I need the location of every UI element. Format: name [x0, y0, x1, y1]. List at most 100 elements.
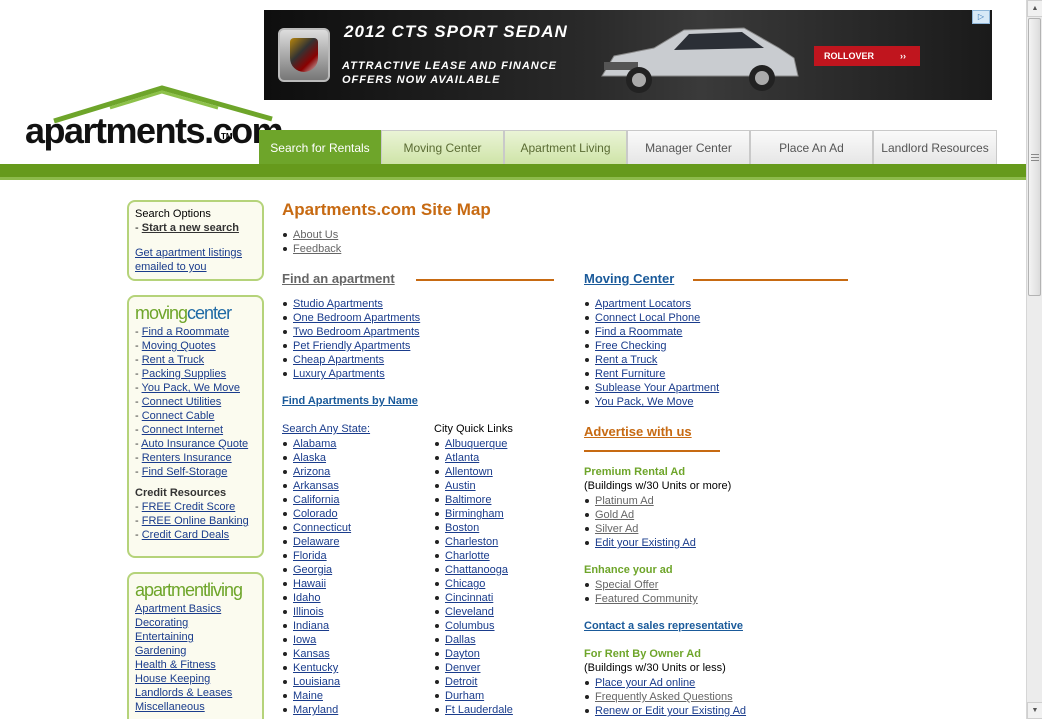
- gold-ad-link[interactable]: Gold Ad: [595, 509, 634, 521]
- detroit-link[interactable]: Detroit: [445, 676, 477, 688]
- cleveland-link[interactable]: Cleveland: [445, 606, 494, 618]
- you-pack-we-move-link[interactable]: You Pack, We Move: [142, 382, 240, 394]
- scroll-down-icon[interactable]: ▼: [1027, 702, 1042, 719]
- hawaii-link[interactable]: Hawaii: [293, 578, 326, 590]
- scroll-up-icon[interactable]: ▲: [1027, 0, 1042, 17]
- gardening-link[interactable]: Gardening: [135, 645, 186, 657]
- arkansas-link[interactable]: Arkansas: [293, 480, 339, 492]
- moving-center-logo[interactable]: movingcenter: [135, 303, 256, 323]
- ad-banner[interactable]: 2012 CTS SPORT SEDAN ATTRACTIVE LEASE AN…: [264, 10, 992, 100]
- ad-choices-icon[interactable]: ▷: [972, 10, 990, 24]
- moving-center-heading[interactable]: Moving Center: [584, 271, 674, 286]
- tab-search-for-rentals[interactable]: Search for Rentals: [259, 130, 381, 164]
- rent-a-truck-link[interactable]: Rent a Truck: [142, 354, 204, 366]
- tab-manager-center[interactable]: Manager Center: [627, 130, 750, 164]
- start-new-search-link[interactable]: Start a new search: [142, 222, 239, 234]
- tab-apartment-living[interactable]: Apartment Living: [504, 130, 627, 164]
- renters-insurance-link[interactable]: Renters Insurance: [142, 452, 232, 464]
- place-your-ad-online-link[interactable]: Place your Ad online: [595, 677, 695, 689]
- free-credit-score-link[interactable]: FREE Credit Score: [142, 501, 236, 513]
- cheap-apartments-link[interactable]: Cheap Apartments: [293, 354, 384, 366]
- luxury-apartments-link[interactable]: Luxury Apartments: [293, 368, 385, 380]
- health-fitness-link[interactable]: Health & Fitness: [135, 659, 216, 671]
- idaho-link[interactable]: Idaho: [293, 592, 321, 604]
- studio-apartments-link[interactable]: Studio Apartments: [293, 298, 383, 310]
- dayton-link[interactable]: Dayton: [445, 648, 480, 660]
- maine-link[interactable]: Maine: [293, 690, 323, 702]
- connect-local-phone-link[interactable]: Connect Local Phone: [595, 312, 700, 324]
- birmingham-link[interactable]: Birmingham: [445, 508, 504, 520]
- allentown-link[interactable]: Allentown: [445, 466, 493, 478]
- miscellaneous-link[interactable]: Miscellaneous: [135, 701, 205, 713]
- dallas-link[interactable]: Dallas: [445, 634, 476, 646]
- alabama-link[interactable]: Alabama: [293, 438, 336, 450]
- free-checking-link[interactable]: Free Checking: [595, 340, 667, 352]
- connect-utilities-link[interactable]: Connect Utilities: [142, 396, 221, 408]
- platinum-ad-link[interactable]: Platinum Ad: [595, 495, 654, 507]
- house-keeping-link[interactable]: House Keeping: [135, 673, 210, 685]
- find-a-roommate-link[interactable]: Find a Roommate: [595, 326, 682, 338]
- tab-landlord-resources[interactable]: Landlord Resources: [873, 130, 997, 164]
- boston-link[interactable]: Boston: [445, 522, 479, 534]
- pet-friendly-apartments-link[interactable]: Pet Friendly Apartments: [293, 340, 410, 352]
- email-listings-line1[interactable]: Get apartment listings: [135, 247, 242, 259]
- you-pack-we-move-link[interactable]: You Pack, We Move: [595, 396, 693, 408]
- chattanooga-link[interactable]: Chattanooga: [445, 564, 508, 576]
- kentucky-link[interactable]: Kentucky: [293, 662, 338, 674]
- illinois-link[interactable]: Illinois: [293, 606, 324, 618]
- florida-link[interactable]: Florida: [293, 550, 327, 562]
- ft-lauderdale-link[interactable]: Ft Lauderdale: [445, 704, 513, 716]
- find-apartment-heading[interactable]: Find an apartment: [282, 271, 395, 286]
- contact-sales-link[interactable]: Contact a sales representative: [584, 620, 743, 632]
- featured-community-link[interactable]: Featured Community: [595, 593, 698, 605]
- denver-link[interactable]: Denver: [445, 662, 480, 674]
- sublease-your-apartment-link[interactable]: Sublease Your Apartment: [595, 382, 719, 394]
- renew-or-edit-your-existing-ad-link[interactable]: Renew or Edit your Existing Ad: [595, 705, 746, 717]
- apartment-living-logo[interactable]: apartmentliving: [135, 580, 256, 600]
- rent-a-truck-link[interactable]: Rent a Truck: [595, 354, 657, 366]
- packing-supplies-link[interactable]: Packing Supplies: [142, 368, 226, 380]
- find-self-storage-link[interactable]: Find Self-Storage: [142, 466, 228, 478]
- atlanta-link[interactable]: Atlanta: [445, 452, 479, 464]
- connecticut-link[interactable]: Connecticut: [293, 522, 351, 534]
- colorado-link[interactable]: Colorado: [293, 508, 338, 520]
- austin-link[interactable]: Austin: [445, 480, 476, 492]
- chicago-link[interactable]: Chicago: [445, 578, 485, 590]
- feedback-link[interactable]: Feedback: [293, 243, 341, 255]
- two-bedroom-apartments-link[interactable]: Two Bedroom Apartments: [293, 326, 420, 338]
- decorating-link[interactable]: Decorating: [135, 617, 188, 629]
- email-listings-line2[interactable]: emailed to you: [135, 261, 207, 273]
- silver-ad-link[interactable]: Silver Ad: [595, 523, 638, 535]
- california-link[interactable]: California: [293, 494, 339, 506]
- alaska-link[interactable]: Alaska: [293, 452, 326, 464]
- louisiana-link[interactable]: Louisiana: [293, 676, 340, 688]
- landlords-leases-link[interactable]: Landlords & Leases: [135, 687, 232, 699]
- delaware-link[interactable]: Delaware: [293, 536, 339, 548]
- advertise-heading[interactable]: Advertise with us: [584, 424, 692, 439]
- baltimore-link[interactable]: Baltimore: [445, 494, 491, 506]
- indiana-link[interactable]: Indiana: [293, 620, 329, 632]
- connect-cable-link[interactable]: Connect Cable: [142, 410, 215, 422]
- entertaining-link[interactable]: Entertaining: [135, 631, 194, 643]
- email-listings-link[interactable]: Get apartment listings emailed to you: [135, 246, 256, 274]
- cincinnati-link[interactable]: Cincinnati: [445, 592, 493, 604]
- tab-place-an-ad[interactable]: Place An Ad: [750, 130, 873, 164]
- edit-your-existing-ad-link[interactable]: Edit your Existing Ad: [595, 537, 696, 549]
- free-online-banking-link[interactable]: FREE Online Banking: [142, 515, 249, 527]
- find-by-name-link[interactable]: Find Apartments by Name: [282, 395, 418, 407]
- scrollbar-thumb[interactable]: [1028, 18, 1041, 296]
- maryland-link[interactable]: Maryland: [293, 704, 338, 716]
- frequently-asked-questions-link[interactable]: Frequently Asked Questions: [595, 691, 733, 703]
- credit-card-deals-link[interactable]: Credit Card Deals: [142, 529, 229, 541]
- one-bedroom-apartments-link[interactable]: One Bedroom Apartments: [293, 312, 420, 324]
- columbus-link[interactable]: Columbus: [445, 620, 495, 632]
- georgia-link[interactable]: Georgia: [293, 564, 332, 576]
- apartment-basics-link[interactable]: Apartment Basics: [135, 603, 221, 615]
- moving-quotes-link[interactable]: Moving Quotes: [142, 340, 216, 352]
- rollover-button[interactable]: ROLLOVER ››: [814, 46, 920, 66]
- special-offer-link[interactable]: Special Offer: [595, 579, 658, 591]
- charleston-link[interactable]: Charleston: [445, 536, 498, 548]
- connect-internet-link[interactable]: Connect Internet: [142, 424, 223, 436]
- find-a-roommate-link[interactable]: Find a Roommate: [142, 326, 229, 338]
- charlotte-link[interactable]: Charlotte: [445, 550, 490, 562]
